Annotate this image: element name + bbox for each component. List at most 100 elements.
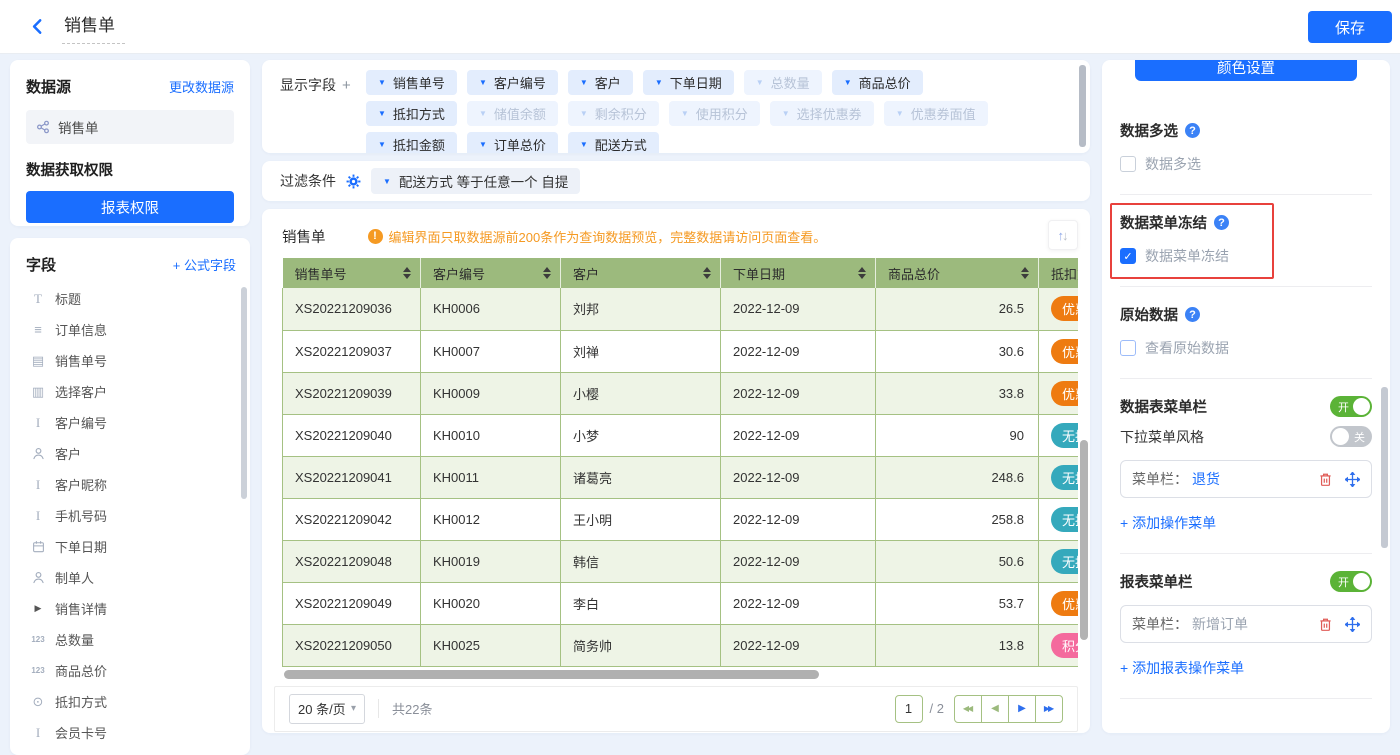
dropdown-style-toggle-off[interactable]: 关	[1330, 426, 1372, 447]
back-button[interactable]	[26, 16, 48, 38]
fields-scrollbar[interactable]	[241, 287, 247, 499]
display-field-chip[interactable]: ▼订单总价	[467, 132, 558, 153]
table-menu-toggle-on[interactable]: 开	[1330, 396, 1372, 417]
next-page-button[interactable]: ▶	[1008, 695, 1036, 723]
multi-select-checkbox-row[interactable]: 数据多选	[1120, 154, 1372, 174]
display-fields-label: 显示字段+	[280, 70, 366, 153]
filter-condition-chip[interactable]: ▼ 配送方式 等于任意一个 自提	[371, 168, 580, 194]
field-item[interactable]: 下单日期	[26, 531, 236, 562]
table-row[interactable]: XS20221209041KH0011诸葛亮2022-12-09248.6无抵扣	[283, 456, 1079, 498]
field-item[interactable]: 123商品总价	[26, 655, 236, 686]
multi-select-title: 数据多选	[1120, 120, 1178, 141]
menu-item-value[interactable]: 退货	[1192, 469, 1220, 489]
sort-arrows-icon[interactable]	[858, 267, 866, 279]
move-icon[interactable]	[1345, 617, 1360, 632]
page-number-input[interactable]: 1	[895, 695, 923, 723]
display-field-chip[interactable]: ▼剩余积分	[568, 101, 659, 126]
display-field-chip[interactable]: ▼使用积分	[669, 101, 760, 126]
prev-page-button[interactable]: ◀	[981, 695, 1009, 723]
sort-arrows-icon[interactable]	[1021, 267, 1029, 279]
table-menu-item[interactable]: 菜单栏： 退货	[1120, 460, 1372, 498]
field-item[interactable]: 客户	[26, 438, 236, 469]
add-action-menu-link[interactable]: + 添加操作菜单	[1120, 513, 1216, 533]
change-datasource-link[interactable]: 更改数据源	[169, 77, 234, 96]
report-menu-toggle-on[interactable]: 开	[1330, 571, 1372, 592]
add-report-action-menu-link[interactable]: + 添加报表操作菜单	[1120, 658, 1244, 678]
field-item[interactable]: I手机号码	[26, 500, 236, 531]
add-display-field-button[interactable]: +	[342, 77, 351, 94]
cell-order-no: XS20221209050	[283, 624, 421, 666]
table-row[interactable]: XS20221209037KH0007刘禅2022-12-0930.6优惠券	[283, 330, 1079, 372]
table-row[interactable]: XS20221209049KH0020李白2022-12-0953.7优惠券	[283, 582, 1079, 624]
display-fields-scrollbar[interactable]	[1079, 65, 1086, 147]
display-field-chip[interactable]: ▼下单日期	[643, 70, 734, 95]
table-h-scrollbar[interactable]	[284, 670, 819, 679]
menu-freeze-checkbox-row[interactable]: ✓ 数据菜单冻结	[1120, 246, 1372, 266]
table-row[interactable]: XS20221209048KH0019韩信2022-12-0950.6无抵扣	[283, 540, 1079, 582]
data-table: 销售单号客户编号客户下单日期商品总价抵扣方式 XS20221209036KH00…	[282, 258, 1078, 667]
field-item[interactable]: ▶销售详情	[26, 593, 236, 624]
menu-item-value[interactable]: 新增订单	[1192, 614, 1248, 634]
deduction-badge: 优惠券	[1051, 381, 1078, 406]
display-field-chip[interactable]: ▼优惠券面值	[884, 101, 988, 126]
field-item[interactable]: I客户昵称	[26, 469, 236, 500]
table-row[interactable]: XS20221209042KH0012王小明2022-12-09258.8无抵扣	[283, 498, 1079, 540]
display-field-chip[interactable]: ▼储值余额	[467, 101, 558, 126]
display-field-chip[interactable]: ▼商品总价	[832, 70, 923, 95]
toggle-knob	[1332, 428, 1349, 445]
field-item[interactable]: 制单人	[26, 562, 236, 593]
table-row[interactable]: XS20221209040KH0010小梦2022-12-0990无抵扣	[283, 414, 1079, 456]
save-button[interactable]: 保存	[1308, 11, 1392, 43]
field-item[interactable]: ⊙抵扣方式	[26, 686, 236, 717]
page-size-value: 20 条/页	[298, 699, 346, 718]
report-menu-item[interactable]: 菜单栏： 新增订单	[1120, 605, 1372, 643]
settings-scrollbar[interactable]	[1381, 387, 1388, 548]
trash-icon[interactable]	[1318, 472, 1333, 487]
trash-icon[interactable]	[1318, 617, 1333, 632]
field-item[interactable]: ▥选择客户	[26, 376, 236, 407]
display-field-chip[interactable]: ▼配送方式	[568, 132, 659, 153]
sort-arrows-icon[interactable]	[703, 267, 711, 279]
display-field-chip[interactable]: ▼抵扣金额	[366, 132, 457, 153]
last-page-button[interactable]: ▶▶	[1035, 695, 1063, 723]
checkbox-checked[interactable]: ✓	[1120, 248, 1136, 264]
first-page-button[interactable]: ◀◀	[954, 695, 982, 723]
checkbox-unchecked[interactable]	[1120, 156, 1136, 172]
field-item[interactable]: I会员卡号	[26, 717, 236, 748]
field-item[interactable]: I客户编号	[26, 407, 236, 438]
display-field-chip[interactable]: ▼销售单号	[366, 70, 457, 95]
display-field-chip[interactable]: ▼选择优惠券	[770, 101, 874, 126]
help-icon[interactable]: ?	[1185, 307, 1200, 322]
display-field-chip[interactable]: ▼总数量	[744, 70, 822, 95]
field-item[interactable]: ▤销售单号	[26, 345, 236, 376]
sort-arrows-icon[interactable]	[543, 267, 551, 279]
add-formula-field-link[interactable]: + 公式字段	[173, 255, 236, 274]
cell-customer-no: KH0012	[421, 498, 561, 540]
field-item[interactable]: T标题	[26, 283, 236, 314]
field-item[interactable]: ≡订单信息	[26, 314, 236, 345]
page-size-select[interactable]: 20 条/页 ▾	[289, 694, 365, 724]
cell-date: 2022-12-09	[721, 414, 876, 456]
field-item[interactable]: 123总数量	[26, 624, 236, 655]
data-table-wrap: 销售单号客户编号客户下单日期商品总价抵扣方式 XS20221209036KH00…	[282, 258, 1078, 667]
deduction-badge: 优惠券	[1051, 296, 1078, 321]
raw-data-checkbox-row[interactable]: 查看原始数据	[1120, 338, 1372, 358]
table-v-scrollbar[interactable]	[1080, 440, 1088, 640]
sort-toggle-button[interactable]: ↑↓	[1048, 220, 1078, 250]
display-field-chip[interactable]: ▼抵扣方式	[366, 101, 457, 126]
table-row[interactable]: XS20221209050KH0025简务帅2022-12-0913.8积分抵扣	[283, 624, 1079, 666]
display-field-chip[interactable]: ▼客户编号	[467, 70, 558, 95]
table-row[interactable]: XS20221209036KH0006刘邦2022-12-0926.5优惠券	[283, 288, 1079, 330]
gear-icon[interactable]	[346, 174, 361, 189]
report-permission-button[interactable]: 报表权限	[26, 191, 234, 223]
sort-arrows-icon[interactable]	[403, 267, 411, 279]
column-header: 抵扣方式	[1039, 258, 1079, 288]
move-icon[interactable]	[1345, 472, 1360, 487]
datasource-item[interactable]: 销售单	[26, 110, 234, 144]
table-row[interactable]: XS20221209039KH0009小樱2022-12-0933.8优惠券	[283, 372, 1079, 414]
help-icon[interactable]: ?	[1185, 123, 1200, 138]
display-field-chip[interactable]: ▼客户	[568, 70, 633, 95]
checkbox-unchecked[interactable]	[1120, 340, 1136, 356]
help-icon[interactable]: ?	[1214, 215, 1229, 230]
color-settings-button[interactable]: 颜色设置	[1135, 60, 1357, 81]
